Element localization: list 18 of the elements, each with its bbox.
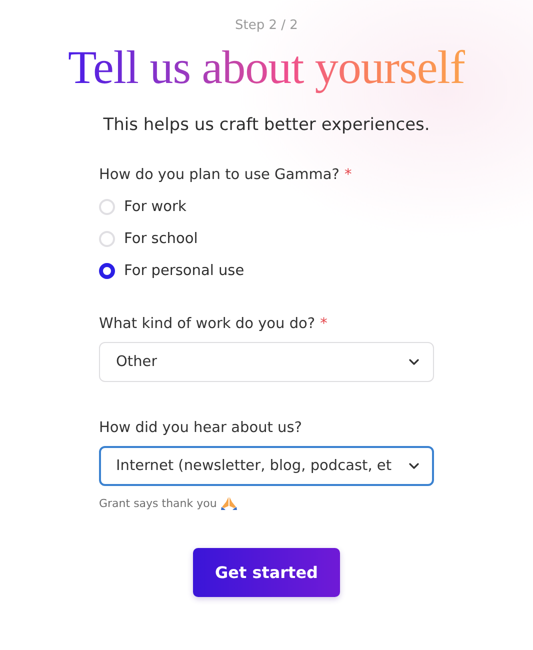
radio-button[interactable] (99, 263, 115, 279)
question-label: How did you hear about us? (99, 419, 302, 438)
chevron-down-icon (409, 359, 419, 365)
work-dropdown[interactable]: Other (99, 342, 434, 382)
step-label: Step 2 / 2 (235, 17, 298, 35)
get-started-button[interactable]: Get started (193, 548, 340, 597)
question-label: How do you plan to use Gamma? (99, 166, 340, 185)
radio-label[interactable]: For personal use (124, 263, 244, 279)
question-label: What kind of work do you do? (99, 315, 316, 334)
chevron-down-icon (409, 463, 419, 469)
subtitle: This helps us craft better experiences. (103, 114, 430, 137)
radio-label[interactable]: For work (124, 199, 186, 215)
required-mark: * (320, 315, 328, 334)
required-mark: * (344, 166, 352, 185)
thanks-note: Grant says thank you (99, 496, 217, 510)
praying-hands-icon (220, 496, 237, 510)
source-dropdown[interactable]: Internet (newsletter, blog, podcast, et (99, 446, 434, 486)
radio-label[interactable]: For school (124, 231, 198, 247)
